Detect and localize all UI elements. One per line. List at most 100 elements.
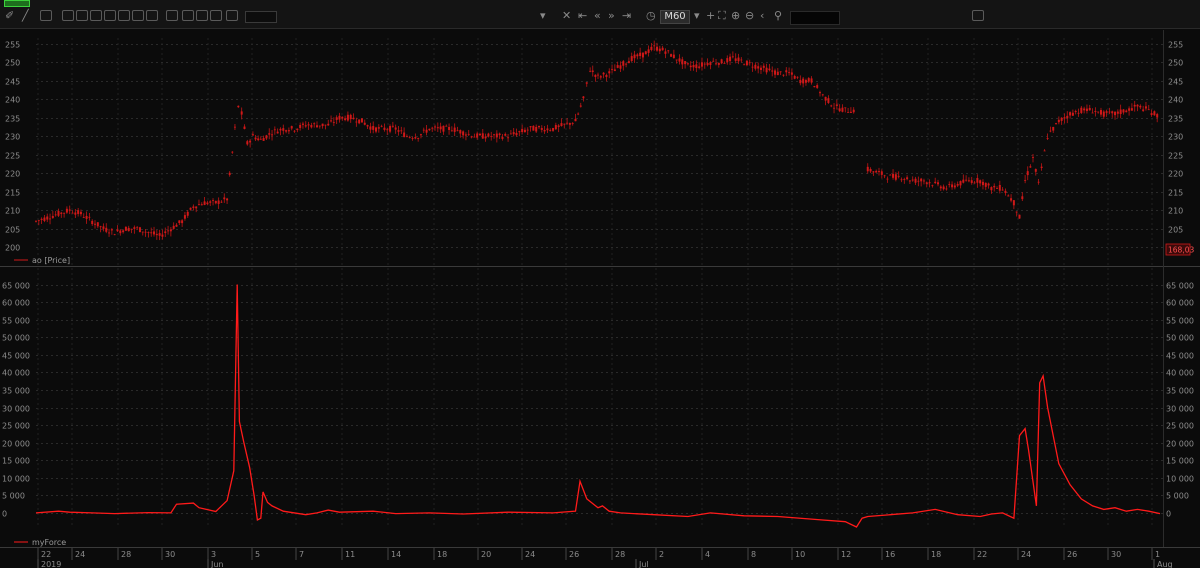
- force-tick-left: 5 000: [2, 492, 25, 501]
- candle-body: [304, 125, 307, 127]
- candle-body: [394, 127, 397, 130]
- candle-body: [321, 123, 324, 127]
- candle-body: [878, 171, 880, 173]
- candle-body: [203, 201, 206, 205]
- candle-body: [1052, 126, 1055, 131]
- candle-body: [335, 117, 338, 120]
- candle-body: [119, 230, 122, 234]
- candle-body: [709, 62, 712, 65]
- candle-body: [594, 74, 597, 77]
- candle-body: [529, 126, 532, 128]
- candle-body: [973, 182, 976, 184]
- force-tick-right: 40 000: [1166, 369, 1194, 378]
- candle-body: [1136, 104, 1139, 107]
- candle-body: [189, 207, 192, 210]
- candle-body: [153, 231, 156, 235]
- candle-body: [838, 108, 841, 112]
- candle-body: [990, 187, 993, 191]
- candle-body: [1094, 110, 1097, 112]
- candle-body: [228, 172, 231, 175]
- candle-body: [844, 107, 847, 109]
- candle-body: [889, 174, 892, 176]
- candle-body: [1077, 112, 1080, 114]
- candle-body: [549, 130, 552, 131]
- candle-body: [816, 85, 819, 88]
- candle-body: [922, 180, 925, 182]
- candle-body: [1031, 157, 1034, 158]
- price-tick-right: 245: [1168, 78, 1183, 87]
- candle-body: [599, 76, 602, 78]
- force-tick-right: 0: [1166, 510, 1171, 519]
- candle-body: [911, 179, 914, 181]
- candle-body: [984, 182, 987, 187]
- candle-body: [731, 56, 734, 58]
- price-legend-label: ao [Price]: [32, 256, 70, 265]
- force-tick-right: 65 000: [1166, 282, 1194, 291]
- candle-body: [425, 129, 428, 133]
- candle-body: [324, 124, 327, 126]
- candle-body: [1080, 107, 1083, 113]
- candle-body: [65, 208, 68, 213]
- time-tick-label: 22: [41, 550, 51, 559]
- time-tick-label: 4: [705, 550, 710, 559]
- candle-body: [1037, 181, 1040, 183]
- candle-body: [164, 231, 167, 233]
- price-tick-left: 205: [5, 226, 20, 235]
- time-tick-label: 24: [1021, 550, 1031, 559]
- price-tick-right: 220: [1168, 170, 1183, 179]
- candle-body: [821, 94, 824, 96]
- candle-body: [543, 129, 546, 132]
- candle-body: [51, 216, 54, 218]
- force-tick-right: 10 000: [1166, 475, 1194, 484]
- period-label: 2019: [41, 560, 61, 568]
- candle-body: [785, 70, 788, 73]
- candle-body: [641, 52, 644, 58]
- candle-body: [1010, 198, 1013, 201]
- candle-body: [422, 129, 425, 131]
- period-label: Jul: [638, 560, 649, 568]
- candle-body: [566, 122, 569, 124]
- candle-body: [287, 130, 290, 132]
- candle-body: [931, 185, 934, 187]
- price-tick-left: 250: [5, 59, 20, 68]
- candle-body: [942, 186, 945, 190]
- candle-body: [464, 134, 467, 136]
- time-tick-label: 11: [345, 550, 355, 559]
- force-tick-left: 15 000: [2, 457, 30, 466]
- candle-body: [962, 179, 965, 183]
- time-tick-label: 7: [299, 550, 304, 559]
- candle-body: [841, 107, 844, 112]
- candle-body: [616, 65, 619, 68]
- chart-area[interactable]: 255 255250 250245 245240 240235 235230 230225 2…: [0, 0, 1200, 568]
- candle-body: [1055, 123, 1058, 124]
- candle-body: [998, 184, 1001, 191]
- candle-body: [262, 138, 265, 141]
- candle-body: [1105, 111, 1108, 113]
- candle-body: [249, 140, 252, 143]
- candle-body: [310, 125, 313, 128]
- price-tick-right: 225: [1168, 152, 1183, 161]
- candle-body: [462, 131, 465, 136]
- candle-body: [751, 66, 754, 68]
- candle-body: [965, 179, 968, 181]
- candle-body: [43, 217, 46, 221]
- time-tick-label: 16: [885, 550, 895, 559]
- candle-body: [167, 230, 170, 232]
- candle-body: [512, 132, 515, 135]
- time-axis[interactable]: 22 24 28 30 3 5 7 11 14 18 20 24 26 28 2 4 8 10 12 16 18 22 24…: [37, 548, 1173, 568]
- candle-body: [667, 50, 670, 52]
- candle-body: [110, 229, 113, 231]
- candle-body: [807, 78, 810, 82]
- candle-body: [939, 186, 942, 189]
- candle-body: [970, 180, 973, 183]
- candle-body: [1085, 108, 1088, 112]
- candle-body: [715, 63, 718, 65]
- candle-body: [259, 138, 262, 140]
- candle-body: [872, 171, 875, 173]
- candle-body: [183, 215, 186, 219]
- candle-body: [251, 134, 254, 136]
- candle-body: [712, 60, 715, 62]
- candle-body: [478, 133, 481, 136]
- candle-body: [698, 66, 701, 68]
- candle-body: [144, 231, 147, 233]
